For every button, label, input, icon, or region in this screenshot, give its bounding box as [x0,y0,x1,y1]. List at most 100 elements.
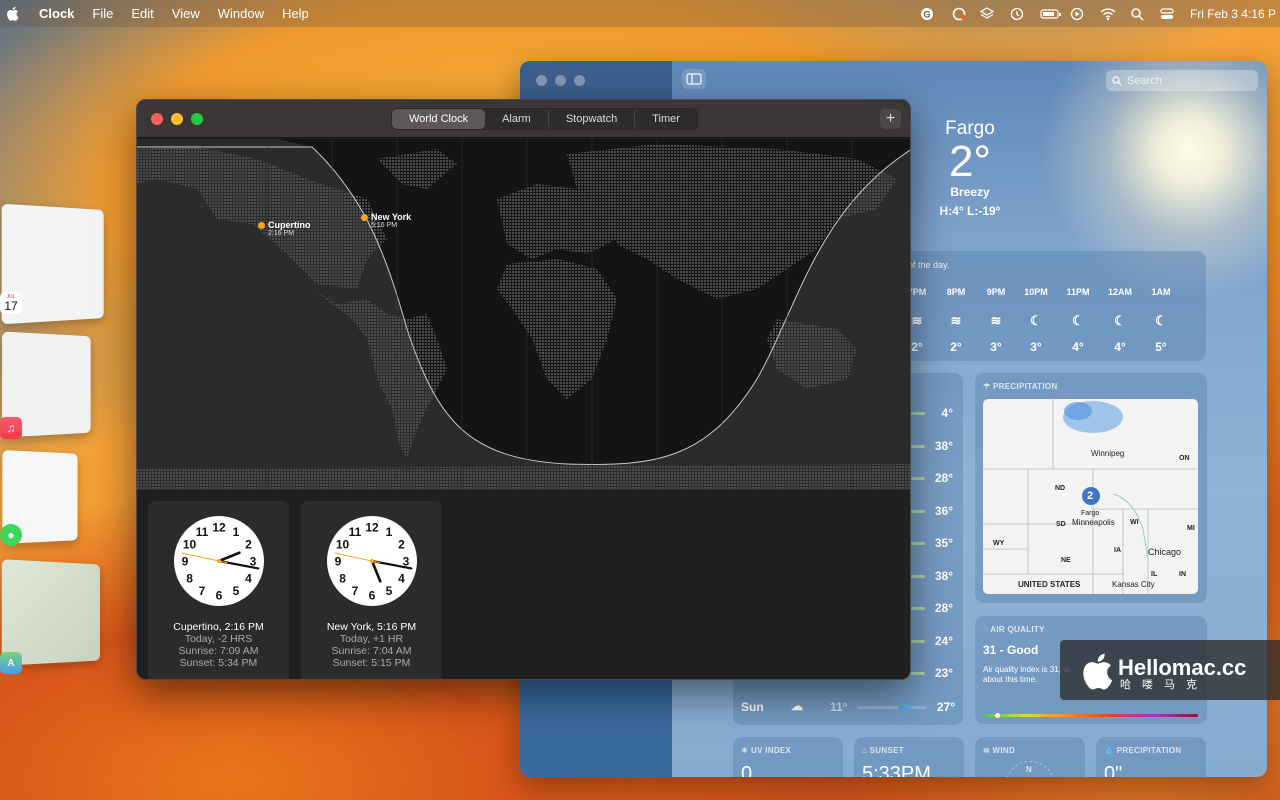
clock-card-cupertino[interactable]: 1 2 3 4 5 6 7 8 9 10 11 12 Cupertino, 2:16 PM Today… [148,501,289,679]
card-sunset: Sunset: 5:34 PM [179,657,258,669]
map-label-ia: IA [1114,547,1121,554]
precip2-title: 💧 PRECIPITATION [1104,746,1182,755]
clock-numeral: 4 [398,572,405,586]
pin-dot [361,214,368,221]
status-area: G Fri Feb 3 4:16 P [920,0,1276,27]
close-button[interactable] [151,113,163,125]
stage-thumb-maps[interactable] [1,559,101,666]
sunset-title-text: SUNSET [869,746,904,755]
tab-timer[interactable]: Timer [634,109,697,129]
time-machine-icon[interactable] [1010,7,1026,21]
map-label-wi: WI [1130,519,1139,526]
hour-time: 1AM [1151,287,1171,297]
hour-time: 11PM [1066,287,1090,297]
clock-numeral: 8 [339,572,346,586]
clock-numeral: 9 [335,555,342,569]
moon-icon: ☾ [1114,313,1126,328]
precipitation-title: ☂ PRECIPITATION [983,382,1058,391]
tab-stopwatch[interactable]: Stopwatch [547,109,634,129]
uv-title-text: UV INDEX [751,746,792,755]
battery-icon[interactable] [1040,7,1061,21]
weather-window-controls[interactable] [536,75,585,86]
add-city-button[interactable]: + [880,109,901,129]
watermark: Hellomac.cc 哈 喽 马 克 [1060,640,1280,700]
card-sunrise: Sunrise: 7:09 AM [178,645,259,657]
hourly-description: of the day. [908,260,950,270]
card-sunrise: Sunrise: 7:04 AM [331,645,412,657]
clock-numeral: 1 [386,525,393,539]
sunset-card[interactable]: ⌂ SUNSET 5:33PM [854,737,964,777]
menu-bar: Clock File Edit View Window Help G Fri F… [0,0,1280,27]
map-badge: 2 [1087,490,1094,502]
hour-time: 12AM [1107,287,1132,297]
clock-numeral: 2 [398,538,405,552]
menu-window[interactable]: Window [209,6,273,21]
map-label-wy: WY [993,540,1005,547]
hour-temp: 2° [950,340,962,354]
menu-help[interactable]: Help [273,6,318,21]
pin-new-york[interactable]: New York 5:16 PM [361,212,411,229]
search-icon[interactable] [1130,7,1146,21]
uv-index-card[interactable]: ☀ UV INDEX 0 [733,737,843,777]
weather-search-field[interactable]: Search [1106,70,1258,91]
map-label-kansas-city: Kansas City [1112,580,1155,589]
analog-clock-cupertino: 1234567891011 12 [174,516,264,606]
wind-title-text: WIND [992,746,1016,755]
pin-cupertino[interactable]: Cupertino 2:16 PM [258,220,311,237]
tab-alarm[interactable]: Alarm [485,109,548,129]
clock-numeral: 5 [386,584,393,598]
calendar-day: 17 [4,299,18,313]
clock-numeral: 5 [233,584,240,598]
calendar-app-icon[interactable]: JUL 17 [0,292,22,314]
day-high: 35° [934,536,953,550]
maps-app-icon[interactable]: A [0,652,22,674]
clock-window: World Clock Alarm Stopwatch Timer + Cupe… [136,99,911,680]
messages-app-icon[interactable]: ● [0,524,22,546]
minimize-button[interactable] [171,113,183,125]
hour-time: 8PM [946,287,966,297]
clock-numeral: 8 [186,572,193,586]
high-low: H:4° L:-19° [939,204,1001,218]
clock-numeral: 6 [216,589,223,603]
moon-icon: ☾ [1072,313,1084,328]
precipitation-map[interactable]: Winnipeg ON ND 2 Fargo Minneapolis SD WI… [983,399,1198,594]
apple-menu-icon[interactable] [4,6,20,22]
zoom-button[interactable] [191,113,203,125]
day-high: 38° [934,568,953,583]
wifi-icon[interactable] [1100,7,1116,21]
creative-cloud-icon[interactable] [950,7,966,21]
clock-numeral: 2 [245,538,252,552]
wind-card[interactable]: ≋ WIND N [975,737,1085,777]
clock-numeral: 7 [199,584,206,598]
hour-item: 11PM ☾ 4° [1058,287,1098,354]
clock-card-new-york[interactable]: 1 2 3 4 5 6 7 8 9 10 11 12 New York, 5:16 PM Today,… [301,501,442,679]
map-label-on: ON [1179,455,1190,462]
layers-icon[interactable] [979,6,996,21]
menu-view[interactable]: View [163,6,209,21]
sunset-value: 5:33PM [862,763,931,777]
map-label-in: IN [1179,571,1186,578]
hour-time: 10PM [1024,287,1048,297]
control-center-icon[interactable] [1160,7,1176,21]
pin-city: New York [371,212,412,222]
air-quality-title-text: AIR QUALITY [990,625,1045,634]
menu-app-name[interactable]: Clock [30,6,83,21]
hour-item: 1AM ☾ 5° [1141,287,1181,354]
sidebar-toggle-icon[interactable] [682,69,706,89]
music-app-icon[interactable]: ♫ [0,417,22,439]
map-label-nd: ND [1055,485,1066,492]
menu-file[interactable]: File [83,6,122,21]
hour-time: 9PM [986,287,1006,297]
precipitation-map-card[interactable]: ☂ PRECIPITATION Winnipeg ON ND 2 Fargo M… [975,373,1207,603]
clock-center [369,558,375,564]
menu-edit[interactable]: Edit [122,6,162,21]
grammarly-icon[interactable]: G [920,7,936,21]
pin-time: 2:16 PM [268,230,295,237]
tab-world-clock[interactable]: World Clock [392,109,486,129]
menubar-clock[interactable]: Fri Feb 3 4:16 P [1190,7,1276,21]
play-icon[interactable] [1070,7,1086,21]
hour-item: 9PM ≋ 3° [976,287,1016,354]
svg-text:G: G [923,9,930,19]
precipitation-amount-card[interactable]: 💧 PRECIPITATION 0" [1096,737,1206,777]
current-temp: 2° [948,137,992,186]
